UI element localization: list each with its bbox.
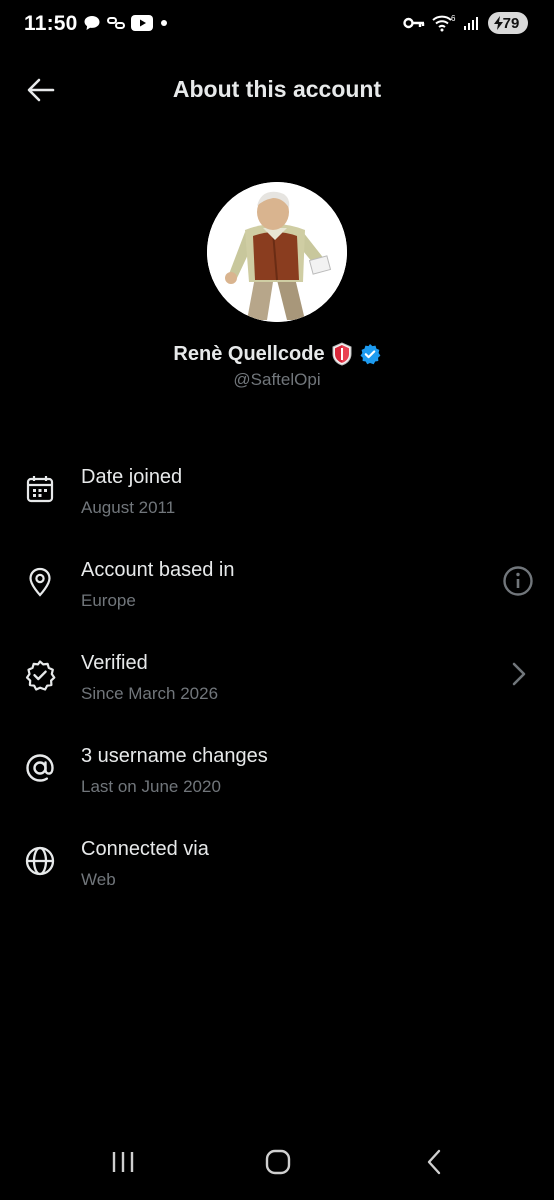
info-subtitle: August 2011 [81,498,176,517]
chat-bubble-icon [84,16,100,30]
avatar[interactable] [207,182,347,322]
info-title: Account based in [81,559,235,581]
recent-apps-icon [112,1152,134,1172]
shield-emoji-icon [332,342,352,366]
signal-icon [464,17,478,30]
info-row-username-changes: 3 username changes Last on June 2020 [0,729,554,822]
system-nav-bar [0,1120,554,1200]
info-circle-icon [503,566,533,596]
info-subtitle: Last on June 2020 [81,777,221,796]
verified-badge-icon [360,344,380,365]
home-button[interactable] [253,1142,303,1182]
header: About this account [0,62,554,118]
info-row-verified[interactable]: Verified Since March 2026 [0,636,554,729]
link-icon [107,17,125,29]
bolt-icon [494,16,503,30]
verified-outline-icon [23,658,57,692]
info-subtitle: Since March 2026 [81,684,219,703]
display-name: Renè Quellcode [173,342,325,365]
name-row: Renè Quellcode [0,342,554,366]
info-title: 3 username changes [81,745,268,767]
account-info-list: Date joined August 2011 Account based in… [0,450,554,915]
wifi-icon: 6 [432,14,456,32]
battery-icon: 79 [488,12,528,34]
chevron-right-icon [512,662,526,686]
calendar-icon [23,472,57,506]
notification-icons [83,14,169,32]
info-button[interactable] [498,561,538,601]
info-subtitle: Web [81,870,116,889]
status-time: 11:50 [24,12,78,35]
info-title: Verified [81,652,148,674]
wifi-label: 6 [451,14,456,23]
recent-apps-button[interactable] [98,1142,148,1182]
handle: @SaftelOpi [233,370,321,389]
dot-icon [161,20,167,26]
info-subtitle: Europe [81,591,136,610]
info-title: Date joined [81,466,183,488]
back-icon [427,1149,441,1175]
status-bar: 11:50 6 79 [0,0,554,52]
battery-level: 79 [502,14,520,32]
globe-icon [23,844,57,878]
avatar-image [207,182,347,322]
home-icon [265,1149,291,1175]
system-icons: 6 79 [403,12,528,34]
location-pin-icon [23,565,57,599]
info-row-date-joined: Date joined August 2011 [0,450,554,543]
info-title: Connected via [81,838,209,860]
info-row-account-based-in: Account based in Europe [0,543,554,636]
verified-chevron-button[interactable] [498,654,538,694]
youtube-icon [131,15,153,31]
back-nav-button[interactable] [409,1142,459,1182]
profile-section: Renè Quellcode @SaftelOpi [0,182,554,390]
info-row-connected-via: Connected via Web [0,822,554,915]
page-title: About this account [172,76,382,102]
at-sign-icon [23,751,57,785]
key-icon [403,17,425,29]
